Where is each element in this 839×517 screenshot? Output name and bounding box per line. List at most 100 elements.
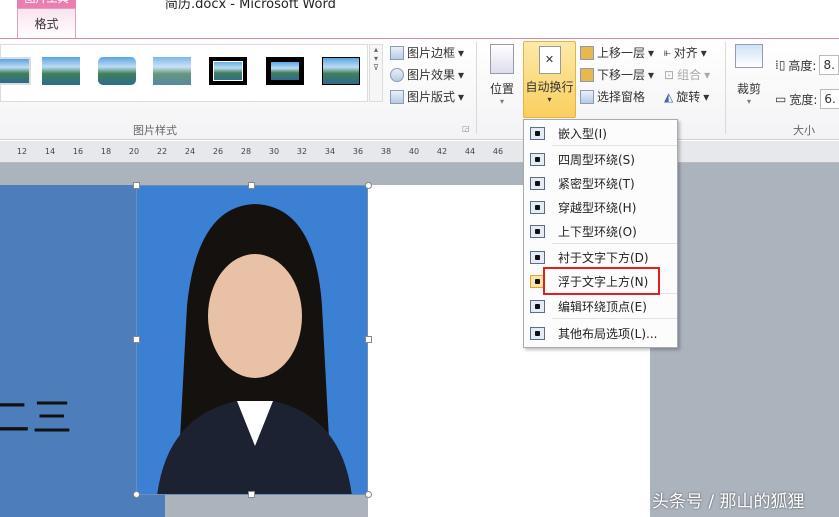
style-thumb[interactable] — [98, 57, 136, 85]
picture-tools-context-tab[interactable]: 图片工具 — [17, 0, 76, 8]
picture-layout-button[interactable]: 图片版式 ▾ — [390, 88, 464, 105]
wrap-menu-item[interactable]: 衬于文字下方(D) — [524, 245, 677, 269]
ruler-tick: 30 — [268, 147, 280, 156]
ruler-tick: 46 — [492, 147, 504, 156]
height-field: ⁞▯ 高度: 8. — [775, 55, 839, 75]
wrap-text-icon: ✕ — [538, 46, 561, 74]
position-button[interactable]: 位置 ▾ — [487, 44, 517, 106]
height-icon: ⁞▯ — [775, 58, 786, 72]
group-button: ⊡ 组合 ▾ — [664, 67, 711, 83]
crop-button[interactable]: 裁剪 ▾ — [733, 44, 765, 106]
position-icon — [490, 44, 514, 74]
align-icon: ⫦ — [664, 45, 671, 59]
wrap-menu-item[interactable]: 上下型环绕(O) — [524, 219, 677, 243]
wrap-menu-item-label: 四周型环绕(S) — [558, 152, 635, 167]
height-input[interactable]: 8. — [819, 55, 839, 75]
send-backward-button[interactable]: 下移一层 ▾ — [580, 66, 654, 83]
ruler-tick: 28 — [240, 147, 252, 156]
wrap-option-icon — [530, 126, 545, 140]
selection-pane-button[interactable]: 选择窗格 — [580, 88, 645, 105]
window-title: 简历.docx - Microsoft Word — [165, 0, 336, 12]
rotate-label: 旋转 — [676, 90, 701, 104]
ruler-tick: 38 — [380, 147, 392, 156]
wrap-menu-item-label: 其他布局选项(L)... — [558, 326, 658, 341]
wrap-menu-item[interactable]: 嵌入型(I) — [524, 121, 677, 145]
style-thumb[interactable] — [153, 57, 191, 85]
ruler-tick: 34 — [324, 147, 336, 156]
width-input[interactable]: 6. — [820, 89, 839, 109]
menu-divider — [552, 145, 677, 146]
bring-forward-button[interactable]: 上移一层 ▾ — [580, 44, 654, 61]
wrap-text-button[interactable]: ✕ 自动换行 ▾ — [523, 41, 576, 118]
ruler-tick: 40 — [408, 147, 420, 156]
ruler-tick: 18 — [100, 147, 112, 156]
pen-border-icon — [390, 45, 404, 60]
wrap-option-icon — [530, 326, 545, 340]
selected-photo[interactable] — [136, 185, 368, 495]
ruler-tick: 26 — [212, 147, 224, 156]
bring-forward-icon — [580, 45, 594, 60]
wrap-option-icon — [530, 250, 545, 264]
style-thumb[interactable] — [266, 57, 304, 85]
selection-pane-icon — [580, 89, 594, 104]
bring-forward-label: 上移一层 — [597, 46, 646, 60]
send-backward-label: 下移一层 — [597, 68, 646, 82]
wrap-menu-item-label: 紧密型环绕(T) — [558, 176, 635, 191]
group-label-picture-styles: 图片样式 — [133, 124, 177, 137]
highlight-box — [543, 267, 660, 295]
wrap-menu-item[interactable]: 四周型环绕(S) — [524, 147, 677, 171]
style-thumb-selected[interactable] — [209, 57, 247, 85]
gallery-scroll[interactable]: ▴ ▾ ⊽ — [369, 44, 383, 102]
picture-border-button[interactable]: 图片边框 ▾ — [390, 44, 464, 61]
wrap-menu-item[interactable]: 其他布局选项(L)... — [524, 321, 677, 345]
tab-format[interactable]: 格式 — [17, 8, 76, 39]
height-label: 高度: — [788, 58, 817, 73]
ruler-tick: 12 — [16, 147, 28, 156]
wrap-menu-item[interactable]: 穿越型环绕(H) — [524, 195, 677, 219]
ruler-tick: 32 — [296, 147, 308, 156]
picture-layout-label: 图片版式 — [407, 90, 456, 104]
wrap-menu-item-label: 编辑环绕顶点(E) — [558, 299, 647, 314]
divider — [725, 42, 726, 134]
ruler-tick: 20 — [128, 147, 140, 156]
wrap-text-menu: 嵌入型(I) 四周型环绕(S) 紧密型环绕(T) 穿越型环绕(H) 上下型环绕(O) 衬于… — [523, 119, 678, 348]
ruler-tick: 14 — [44, 147, 56, 156]
dialog-launcher-icon[interactable]: ◲ — [462, 124, 470, 133]
wrap-menu-item-label: 上下型环绕(O) — [558, 224, 637, 239]
position-label: 位置 — [489, 82, 514, 96]
align-label: 对齐 — [673, 46, 698, 60]
watermark: 头条号 / 那山的狐狸 — [652, 492, 805, 512]
send-backward-icon — [580, 67, 594, 82]
style-thumb[interactable] — [322, 57, 360, 85]
ruler-tick: 22 — [156, 147, 168, 156]
wrap-menu-item-label: 穿越型环绕(H) — [558, 200, 637, 215]
portrait-image — [157, 204, 352, 494]
width-icon: ▭ — [775, 92, 787, 106]
rotate-button[interactable]: ◭ 旋转 ▾ — [664, 88, 709, 105]
layout-icon — [390, 89, 404, 104]
width-field: ▭ 宽度: 6. — [775, 89, 839, 109]
horizontal-ruler[interactable]: 12 14 16 18 20 22 24 26 28 30 32 34 36 38 40 42 44 46 — [0, 141, 839, 163]
wrap-option-icon — [530, 200, 545, 214]
document-text[interactable]: 二三 — [0, 385, 74, 443]
menu-divider — [552, 243, 677, 244]
effects-icon — [390, 67, 404, 82]
crop-icon — [735, 44, 763, 68]
ruler-tick: 44 — [464, 147, 476, 156]
group-label: 组合 — [677, 68, 702, 82]
wrap-menu-item[interactable]: 编辑环绕顶点(E) — [524, 294, 677, 318]
wrap-text-label: 自动换行 — [525, 80, 574, 94]
wrap-option-icon — [530, 224, 545, 238]
style-thumb[interactable] — [0, 57, 31, 85]
ruler-tick: 24 — [184, 147, 196, 156]
picture-effects-button[interactable]: 图片效果 ▾ — [390, 66, 464, 83]
ruler-tick: 42 — [436, 147, 448, 156]
wrap-menu-item[interactable]: 紧密型环绕(T) — [524, 171, 677, 195]
align-button[interactable]: ⫦ 对齐 ▾ — [664, 44, 707, 61]
selection-pane-label: 选择窗格 — [597, 90, 646, 104]
picture-style-gallery[interactable] — [0, 44, 368, 102]
ruler-tick: 36 — [352, 147, 364, 156]
rotate-icon: ◭ — [664, 89, 674, 104]
style-thumb[interactable] — [42, 57, 80, 85]
title-bar: 图片工具 格式 简历.docx - Microsoft Word — [0, 0, 839, 39]
